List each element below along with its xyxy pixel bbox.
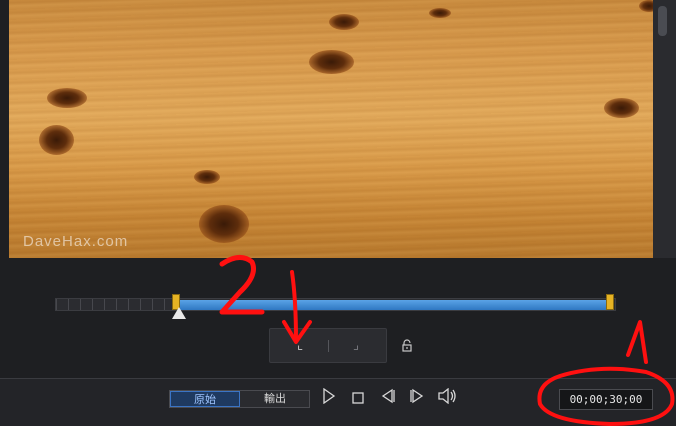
wood-knot: [604, 98, 639, 118]
scroll-thumb[interactable]: [658, 6, 667, 36]
video-trim-window: DaveHax.com ⌞ ⌟ 原始 輸出 00;00;30;00: [0, 0, 676, 426]
volume-button[interactable]: [436, 387, 458, 410]
play-icon: [323, 387, 336, 405]
wood-knot: [639, 0, 653, 12]
selected-range[interactable]: [172, 294, 614, 310]
playhead-marker[interactable]: [172, 307, 186, 319]
timeline-ticks: [56, 299, 176, 310]
playback-toolbar: 原始 輸出 00;00;30;00: [0, 378, 676, 426]
stop-button[interactable]: [347, 388, 369, 410]
divider: [328, 340, 329, 352]
wood-knot: [429, 8, 451, 18]
mark-in-out-group: ⌞ ⌟: [269, 328, 387, 363]
range-end-handle[interactable]: [606, 294, 614, 310]
unlock-icon: [402, 339, 412, 352]
output-tab[interactable]: 輸出: [240, 391, 310, 407]
source-toggle: 原始 輸出: [169, 390, 310, 408]
trim-timeline[interactable]: [55, 294, 616, 319]
mark-out-icon: ⌟: [352, 338, 360, 353]
lock-button[interactable]: [400, 339, 414, 353]
preview-scrollbar[interactable]: [653, 0, 676, 258]
wood-knot: [39, 125, 74, 155]
next-frame-button[interactable]: [406, 388, 428, 410]
video-preview: DaveHax.com: [9, 0, 653, 258]
original-tab[interactable]: 原始: [170, 391, 240, 407]
wood-knot: [194, 170, 220, 184]
wood-knot: [309, 50, 354, 74]
annotation-number-1: [626, 320, 648, 364]
next-frame-icon: [410, 388, 424, 404]
wood-knot: [47, 88, 87, 108]
previous-frame-icon: [381, 388, 395, 404]
previous-frame-button[interactable]: [377, 388, 399, 410]
stop-icon: [352, 392, 364, 404]
wood-knot: [199, 205, 249, 243]
volume-icon: [438, 387, 456, 405]
mark-in-button[interactable]: ⌞: [287, 336, 313, 356]
play-button[interactable]: [318, 387, 340, 410]
mark-out-button[interactable]: ⌟: [343, 336, 369, 356]
timecode-display[interactable]: 00;00;30;00: [559, 389, 653, 410]
wood-knot: [329, 14, 359, 30]
watermark-text: DaveHax.com: [23, 233, 129, 250]
mark-in-icon: ⌞: [296, 338, 304, 353]
